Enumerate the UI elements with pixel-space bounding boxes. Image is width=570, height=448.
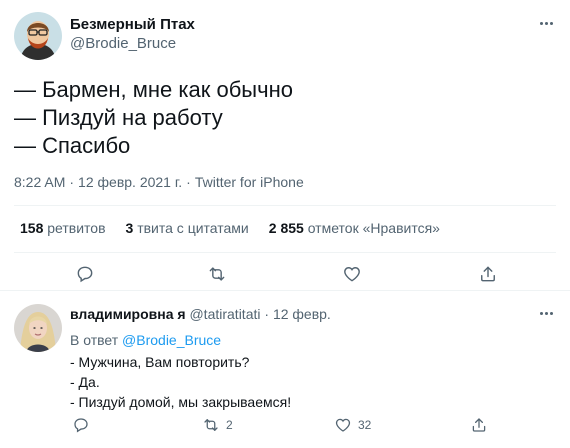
- tweet-line: — Бармен, мне как обычно: [14, 77, 293, 102]
- tweet-text: — Бармен, мне как обычно — Пиздуй на раб…: [14, 76, 554, 160]
- reply-more-options-icon[interactable]: [535, 306, 557, 320]
- main-tweet: Безмерный Птах @Brodie_Bruce — Бармен, м…: [0, 0, 570, 291]
- reply-retweet-count: 2: [226, 418, 233, 432]
- reply-to-mention[interactable]: @Brodie_Bruce: [122, 332, 221, 348]
- reply-line: - Да.: [70, 374, 100, 390]
- reply-author-handle[interactable]: @tatiratitati: [189, 306, 260, 322]
- retweet-icon[interactable]: [205, 262, 229, 286]
- divider: [14, 205, 556, 206]
- tweet-line: — Спасибо: [14, 133, 131, 158]
- meta-separator: ·: [186, 174, 191, 190]
- more-options-icon[interactable]: [535, 16, 557, 30]
- tweet-actions: [0, 262, 570, 290]
- reply-retweet-button[interactable]: 2: [202, 416, 233, 434]
- reply-separator: ·: [264, 306, 270, 322]
- reply-text: - Мужчина, Вам повторить? - Да. - Пиздуй…: [70, 352, 291, 412]
- reply-avatar[interactable]: [14, 304, 62, 352]
- retweet-icon: [204, 419, 218, 431]
- share-icon[interactable]: [476, 262, 500, 286]
- tweet-time[interactable]: 8:22 AM: [14, 174, 65, 190]
- like-icon: [335, 418, 351, 432]
- reply-date[interactable]: 12 февр.: [273, 306, 331, 322]
- author-handle[interactable]: @Brodie_Bruce: [70, 35, 176, 52]
- reply-tweet[interactable]: владимировна я @tatiratitati · 12 февр. …: [0, 292, 570, 448]
- quotes-stat[interactable]: 3 твита с цитатами: [126, 220, 249, 236]
- reply-line: - Пиздуй домой, мы закрываемся!: [70, 394, 292, 410]
- reply-actions: 2 32: [0, 416, 570, 440]
- tweet-stats: 158 ретвитов 3 твита с цитатами 2 855 от…: [20, 220, 440, 236]
- tweet-source[interactable]: Twitter for iPhone: [195, 174, 304, 190]
- reply-share-icon[interactable]: [470, 416, 488, 434]
- reply-reply-icon[interactable]: [72, 416, 90, 434]
- meta-separator: ·: [69, 174, 75, 190]
- reply-icon[interactable]: [73, 262, 97, 286]
- likes-stat[interactable]: 2 855 отметок «Нравится»: [269, 220, 440, 236]
- tweet-meta: 8:22 AM · 12 февр. 2021 г. · Twitter for iPh…: [14, 174, 304, 190]
- tweet-line: — Пиздуй на работу: [14, 105, 223, 130]
- reply-author-name[interactable]: владимировна я: [70, 306, 186, 322]
- reply-to-line: В ответ @Brodie_Bruce: [70, 332, 221, 348]
- reply-header: владимировна я @tatiratitati · 12 февр.: [70, 306, 331, 322]
- reply-like-count: 32: [358, 418, 372, 432]
- reply-line: - Мужчина, Вам повторить?: [70, 354, 250, 370]
- author-avatar[interactable]: [14, 12, 62, 60]
- reply-like-button[interactable]: 32: [334, 416, 371, 434]
- like-icon[interactable]: [340, 262, 364, 286]
- author-name[interactable]: Безмерный Птах: [70, 16, 195, 33]
- divider: [14, 252, 556, 253]
- tweet-date[interactable]: 12 февр. 2021 г.: [78, 174, 182, 190]
- reply-to-prefix: В ответ: [70, 332, 119, 348]
- retweets-stat[interactable]: 158 ретвитов: [20, 220, 106, 236]
